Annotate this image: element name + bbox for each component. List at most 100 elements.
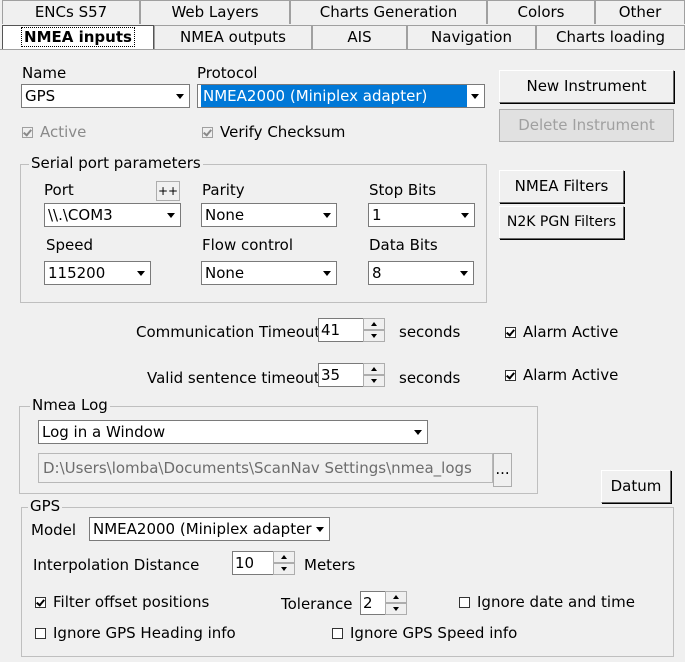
active-checkbox[interactable]	[22, 127, 33, 138]
protocol-select-value: NMEA2000 (Miniplex adapter)	[201, 85, 467, 107]
tab-label: Other	[618, 3, 662, 21]
chevron-down-icon	[163, 205, 179, 225]
gps-model-select-value: NMEA2000 (Miniplex adapter	[93, 520, 312, 538]
tab-label: Colors	[517, 3, 565, 21]
tab-colors[interactable]: Colors	[487, 0, 595, 24]
interpolation-distance-spinner[interactable]: 10	[232, 551, 298, 575]
ignore-speed-checkbox[interactable]	[332, 628, 343, 639]
interpolation-distance-label: Interpolation Distance	[33, 556, 200, 574]
datum-button[interactable]: Datum	[601, 470, 671, 503]
communication-timeout-spinner[interactable]: 41	[318, 318, 388, 342]
model-label: Model	[31, 521, 77, 539]
valid-sentence-timeout-label: Valid sentence timeout	[147, 369, 320, 387]
ignore-heading-label: Ignore GPS Heading info	[53, 624, 236, 642]
tab-label: Web Layers	[171, 3, 259, 21]
chevron-down-icon	[410, 422, 426, 442]
speed-select-value: 115200	[48, 264, 106, 282]
log-mode-select-value: Log in a Window	[42, 423, 166, 441]
port-select[interactable]: \\.\COM3	[44, 203, 181, 227]
speed-select[interactable]: 115200	[44, 261, 151, 285]
log-mode-select[interactable]: Log in a Window	[38, 420, 428, 444]
spin-down-icon[interactable]	[363, 330, 385, 342]
protocol-select[interactable]: NMEA2000 (Miniplex adapter)	[197, 84, 485, 108]
log-path-field[interactable]: D:\Users\lomba\Documents\ScanNav Setting…	[38, 453, 493, 483]
nmea-log-group-title: Nmea Log	[30, 396, 110, 414]
chevron-down-icon	[133, 263, 149, 283]
communication-timeout-unit: seconds	[399, 323, 461, 341]
port-add-button[interactable]: ++	[156, 181, 180, 201]
stop-bits-select-value: 1	[372, 206, 382, 224]
parity-select[interactable]: None	[201, 203, 337, 227]
spin-up-icon[interactable]	[273, 551, 295, 563]
flow-control-select-value: None	[205, 264, 245, 282]
filter-offset-label: Filter offset positions	[53, 593, 210, 611]
tab-charts-loading[interactable]: Charts loading	[536, 25, 685, 49]
valid-sentence-alarm-checkbox[interactable]	[505, 370, 516, 381]
new-instrument-button[interactable]: New Instrument	[499, 70, 674, 103]
ignore-heading-checkbox[interactable]	[35, 628, 46, 639]
tab-label: ENCs S57	[34, 3, 108, 21]
filter-offset-checkbox[interactable]	[35, 597, 46, 608]
name-select[interactable]: GPS	[21, 84, 190, 108]
gps-model-select[interactable]: NMEA2000 (Miniplex adapter	[89, 517, 330, 541]
valid-sentence-timeout-spinner[interactable]: 35	[318, 363, 388, 387]
interpolation-distance-unit: Meters	[304, 556, 356, 574]
browse-button[interactable]: ...	[493, 453, 512, 487]
spin-up-icon[interactable]	[363, 318, 385, 330]
ignore-date-time-label: Ignore date and time	[477, 593, 635, 611]
spin-up-icon[interactable]	[385, 591, 407, 603]
tab-web-layers[interactable]: Web Layers	[140, 0, 290, 24]
port-label: Port	[44, 181, 74, 199]
parity-label: Parity	[202, 181, 245, 199]
data-bits-select-value: 8	[372, 264, 382, 282]
tolerance-input[interactable]: 2	[360, 591, 386, 615]
tab-ais[interactable]: AIS	[312, 25, 407, 49]
tab-navigation[interactable]: Navigation	[407, 25, 536, 49]
gps-group-title: GPS	[28, 497, 63, 515]
spin-down-icon[interactable]	[273, 563, 295, 575]
spin-down-icon[interactable]	[363, 375, 385, 387]
n2k-pgn-filters-button[interactable]: N2K PGN Filters	[499, 206, 624, 239]
tab-label: Charts Generation	[319, 3, 458, 21]
active-label: Active	[40, 123, 87, 141]
communication-timeout-input[interactable]: 41	[318, 318, 364, 342]
tab-other[interactable]: Other	[595, 0, 685, 24]
nmea-filters-button[interactable]: NMEA Filters	[499, 170, 624, 203]
tolerance-spinner[interactable]: 2	[360, 591, 410, 615]
communication-alarm-checkbox[interactable]	[505, 327, 516, 338]
tab-nmea-outputs[interactable]: NMEA outputs	[154, 25, 312, 49]
parity-select-value: None	[205, 206, 245, 224]
ignore-speed-label: Ignore GPS Speed info	[350, 624, 518, 642]
tab-charts-generation[interactable]: Charts Generation	[290, 0, 487, 24]
ignore-date-time-checkbox[interactable]	[459, 597, 470, 608]
flow-control-label: Flow control	[202, 236, 294, 254]
tab-divider	[0, 49, 685, 50]
protocol-label: Protocol	[197, 64, 258, 82]
data-bits-select[interactable]: 8	[368, 261, 474, 285]
verify-checksum-label: Verify Checksum	[220, 123, 346, 141]
valid-sentence-timeout-input[interactable]: 35	[318, 363, 364, 387]
tab-label: NMEA outputs	[180, 28, 286, 46]
interpolation-distance-input[interactable]: 10	[232, 551, 274, 575]
name-label: Name	[22, 64, 67, 82]
tab-label: Charts loading	[555, 28, 666, 46]
tab-encs-s57[interactable]: ENCs S57	[2, 0, 140, 24]
speed-label: Speed	[46, 236, 94, 254]
chevron-down-icon	[467, 86, 483, 106]
data-bits-label: Data Bits	[369, 236, 438, 254]
chevron-down-icon	[319, 263, 335, 283]
tab-label: NMEA inputs	[21, 27, 135, 47]
tolerance-label: Tolerance	[281, 595, 353, 613]
valid-sentence-timeout-unit: seconds	[399, 369, 461, 387]
chevron-down-icon	[457, 205, 473, 225]
tab-label: AIS	[347, 28, 372, 46]
verify-checksum-checkbox[interactable]	[202, 127, 213, 138]
spin-up-icon[interactable]	[363, 363, 385, 375]
communication-alarm-label: Alarm Active	[523, 323, 619, 341]
delete-instrument-button[interactable]: Delete Instrument	[499, 109, 674, 142]
flow-control-select[interactable]: None	[201, 261, 337, 285]
stop-bits-label: Stop Bits	[369, 181, 437, 199]
tab-nmea-inputs[interactable]: NMEA inputs	[2, 25, 154, 49]
spin-down-icon[interactable]	[385, 603, 407, 615]
stop-bits-select[interactable]: 1	[368, 203, 475, 227]
